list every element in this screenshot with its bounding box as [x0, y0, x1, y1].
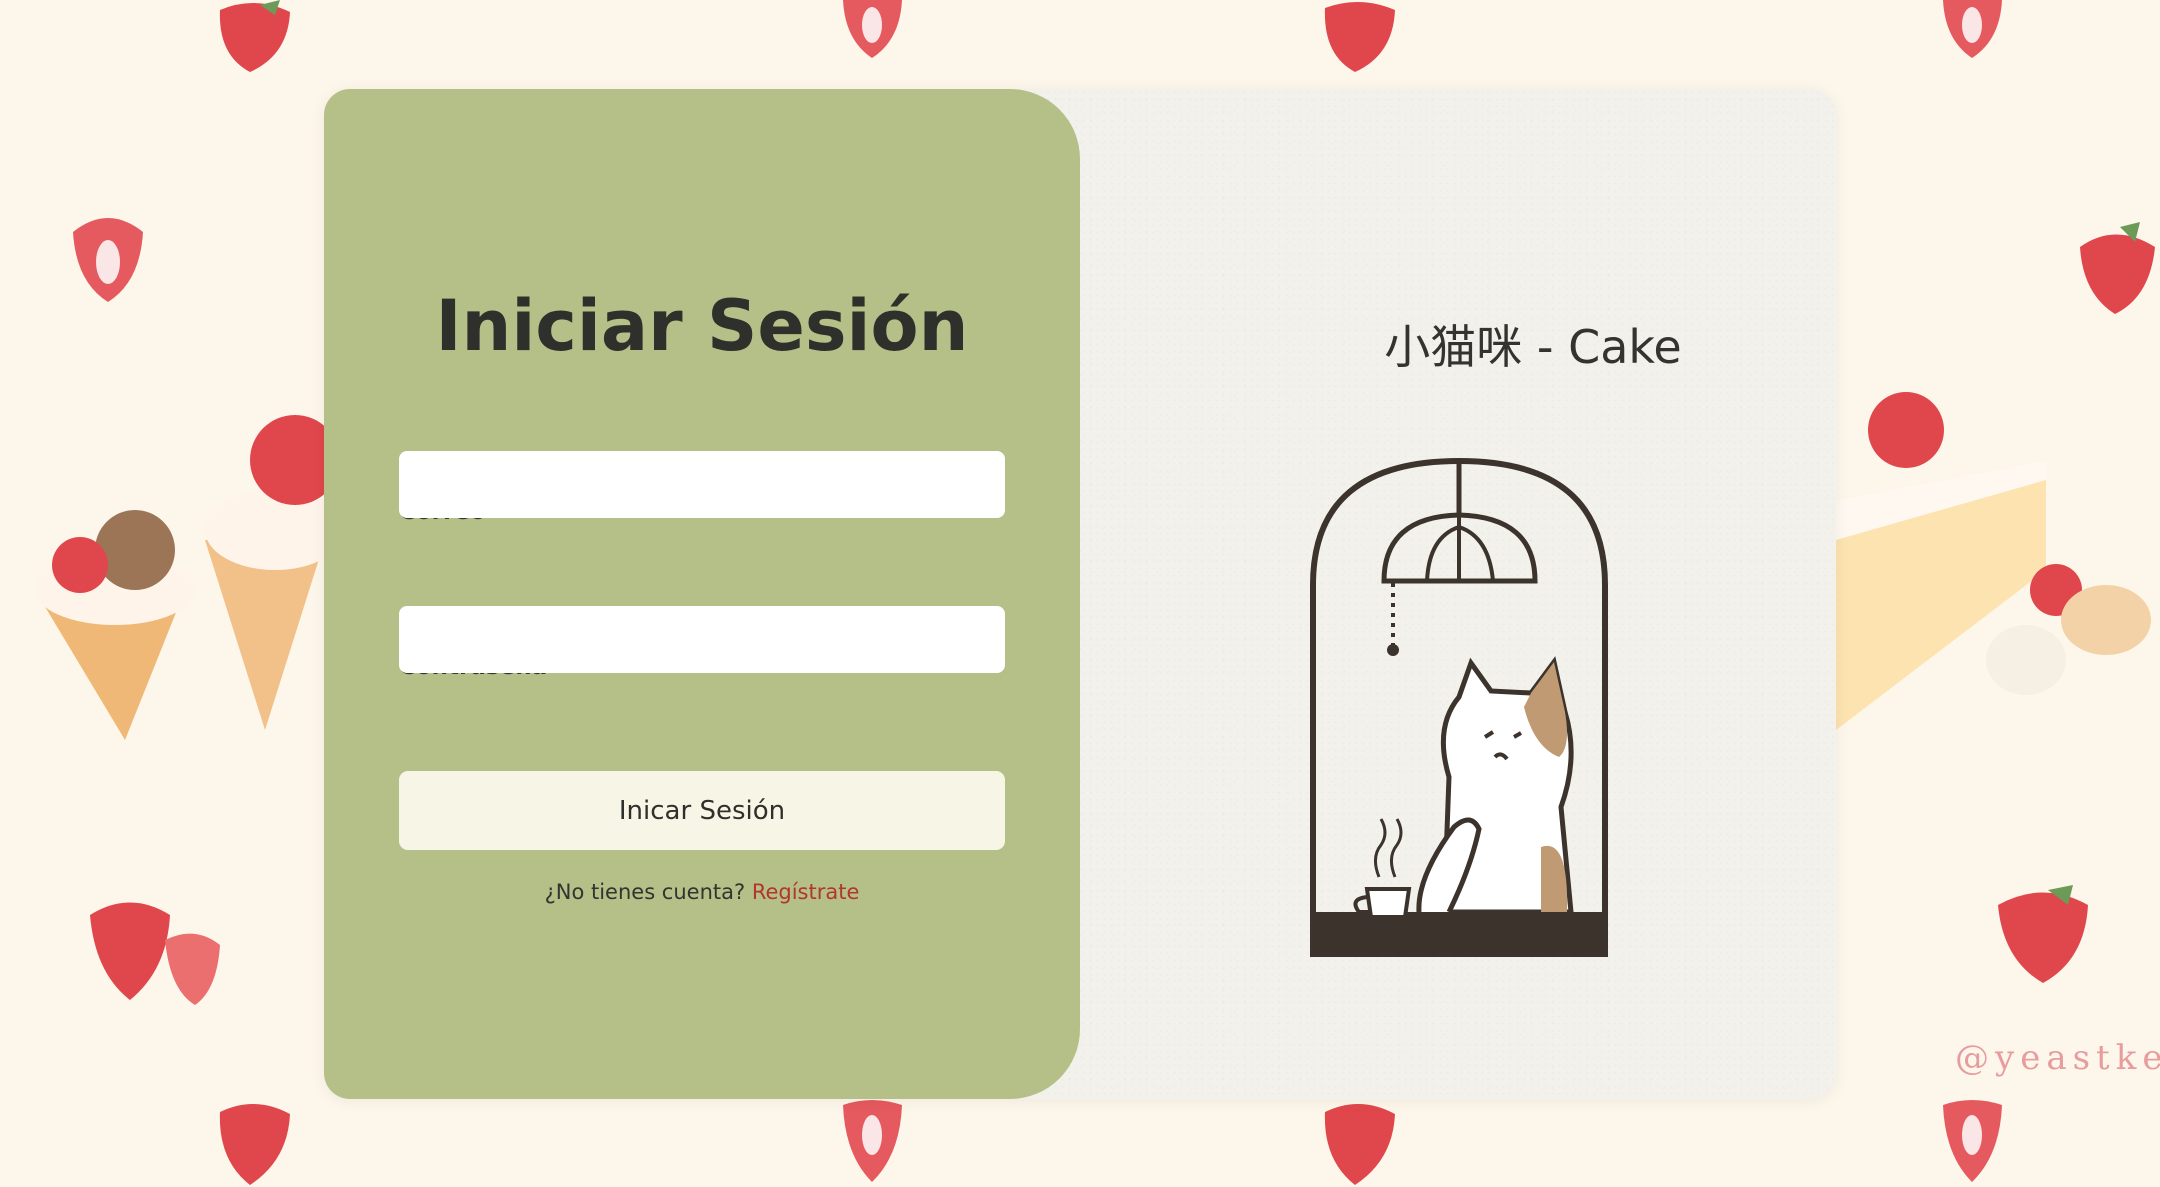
cat-illustration	[1310, 457, 1608, 957]
watermark: @yeastke	[1955, 1038, 2160, 1078]
strawberry-icon	[843, 1100, 902, 1182]
login-panel: Iniciar Sesión Correo Contraseña Inicar …	[324, 89, 1080, 1099]
cake-illustration	[1836, 392, 2151, 730]
page-title: Iniciar Sesión	[435, 285, 969, 367]
crepe-illustration	[35, 415, 325, 740]
password-field[interactable]	[399, 606, 1005, 673]
lamp-icon	[1381, 512, 1538, 656]
cat-icon	[1416, 656, 1574, 915]
brand-title: 小猫咪 - Cake	[1384, 320, 1682, 374]
strawberry-icon	[219, 1103, 290, 1185]
email-field[interactable]	[399, 451, 1005, 518]
register-link[interactable]: Regístrate	[752, 880, 860, 904]
login-card: Iniciar Sesión Correo Contraseña Inicar …	[324, 89, 1836, 1099]
strawberry-icon	[1943, 0, 2002, 58]
strawberry-icon	[1998, 885, 2088, 983]
coffee-cup-icon	[1353, 818, 1412, 919]
register-text: ¿No tienes cuenta?	[544, 880, 746, 904]
login-button[interactable]: Inicar Sesión	[399, 771, 1005, 850]
register-prompt: ¿No tienes cuenta? Regístrate	[324, 880, 1080, 904]
strawberry-icon	[2080, 222, 2155, 314]
strawberry-icon	[1324, 1103, 1395, 1185]
strawberry-icon	[1324, 1, 1395, 72]
strawberry-icon	[1943, 1100, 2002, 1182]
strawberry-icon	[73, 218, 143, 302]
strawberry-icon	[843, 0, 902, 58]
strawberry-icon	[90, 902, 220, 1005]
strawberry-icon	[219, 0, 290, 72]
